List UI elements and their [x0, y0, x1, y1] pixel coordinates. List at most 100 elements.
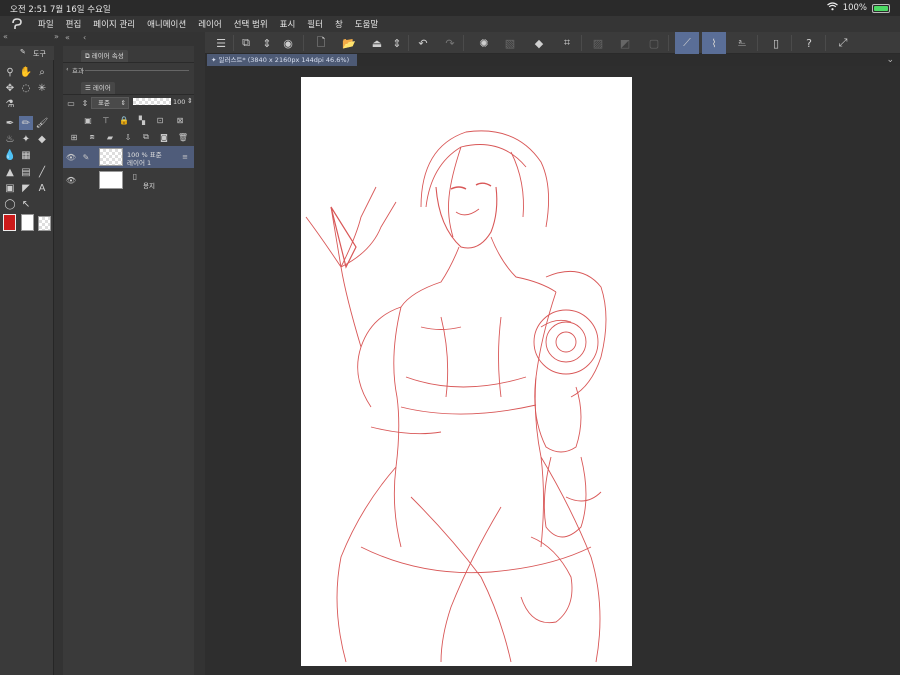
- clear-selection-icon[interactable]: ▨: [590, 35, 606, 51]
- visibility-eye-icon[interactable]: 👁: [65, 151, 77, 163]
- reference-icon[interactable]: ⊤: [100, 114, 112, 126]
- document-tab[interactable]: ✦ 일러스트* (3840 x 2160px 144dpi 46.6%): [207, 54, 357, 66]
- balloon-icon[interactable]: ◯: [3, 197, 17, 211]
- edit-doc-icon[interactable]: ⧉: [238, 35, 254, 51]
- ruler-icon[interactable]: ◤: [19, 181, 33, 195]
- lock-transparency-icon[interactable]: ▚: [136, 114, 148, 126]
- chevron-down-icon[interactable]: ⌄: [886, 54, 894, 66]
- operation-icon[interactable]: ↖: [19, 197, 33, 211]
- hand-icon[interactable]: ✋: [19, 65, 33, 79]
- text-icon[interactable]: A: [35, 181, 49, 195]
- effect-row[interactable]: ‹ 효과: [63, 62, 194, 76]
- invert-selection-icon[interactable]: ◩: [617, 35, 633, 51]
- lock-icon[interactable]: 🔒: [118, 114, 130, 126]
- lasso-icon[interactable]: ◌: [19, 81, 33, 95]
- zoom-icon[interactable]: ⚲: [3, 65, 17, 79]
- layer-property-tab[interactable]: ⧉ 레이어 속성: [81, 50, 128, 62]
- undo-icon[interactable]: ↶: [415, 35, 431, 51]
- transfer-down-icon[interactable]: ⇩: [122, 131, 134, 143]
- layer-toolbar-row-1: ▣ ⊤ 🔒 ▚ ⊡ ⊠: [63, 112, 194, 128]
- mask-link-icon[interactable]: ⊠: [174, 114, 186, 126]
- menu-file[interactable]: 파일: [38, 18, 54, 30]
- new-raster-layer-icon[interactable]: ⊞: [68, 131, 80, 143]
- open-folder-icon[interactable]: 📂: [341, 35, 357, 51]
- collapse-icon[interactable]: «: [65, 33, 70, 42]
- fill-bucket-icon[interactable]: ◆: [531, 35, 547, 51]
- brush-stroke-icon[interactable]: ⌇: [702, 32, 726, 54]
- menu-filter[interactable]: 필터: [307, 18, 323, 30]
- save-options-icon[interactable]: ⇕: [389, 35, 405, 51]
- brush-tool-icon[interactable]: 🖌: [35, 116, 49, 130]
- blend-icon[interactable]: 💧: [3, 148, 17, 162]
- sketch-artwork: [305, 130, 607, 663]
- mask-icon[interactable]: ⊡: [154, 114, 166, 126]
- tool-panel: « ✎ 도구 ⚲ ✋ ⌕ ✥ ◌ ✳ ⚗ ✒ ✏ 🖌 ♨ ✦ ◆ 💧 ▦ ▲ ▤…: [0, 32, 54, 675]
- trash-icon[interactable]: 🗑: [177, 131, 189, 143]
- menu-hamburger-icon[interactable]: ☰: [213, 35, 229, 51]
- menu-page[interactable]: 페이지 관리: [93, 18, 135, 30]
- opacity-value[interactable]: 100: [173, 98, 185, 106]
- blend-mode-select[interactable]: 표준 ⇕: [91, 97, 129, 109]
- menu-view[interactable]: 표시: [280, 18, 296, 30]
- menu-selection[interactable]: 선택 범위: [234, 18, 268, 30]
- crop-icon[interactable]: ⌗: [559, 35, 575, 51]
- back-chevron-icon[interactable]: ‹: [83, 33, 86, 42]
- pen-pressure-icon[interactable]: ⎁: [734, 35, 750, 51]
- frame-selection-icon[interactable]: ▢: [646, 35, 662, 51]
- drag-handle-icon[interactable]: ≡: [179, 151, 191, 163]
- fullscreen-icon[interactable]: ⤢: [835, 35, 851, 51]
- pen-tool-icon[interactable]: ✒: [3, 116, 17, 130]
- menu-help[interactable]: 도움말: [355, 18, 378, 30]
- eyedropper-icon[interactable]: ⚗: [3, 97, 17, 111]
- spinner-icon[interactable]: ⇕: [79, 97, 91, 109]
- opacity-slider[interactable]: [133, 98, 171, 105]
- layer-color-icon[interactable]: ▭: [65, 97, 77, 109]
- device-icon[interactable]: ▯: [768, 35, 784, 51]
- menu-window[interactable]: 창: [335, 18, 343, 30]
- transparent-color-swatch[interactable]: [38, 216, 51, 231]
- pencil-tool-icon[interactable]: ✏: [19, 116, 33, 130]
- menu-edit[interactable]: 편집: [66, 18, 82, 30]
- mask-add-icon[interactable]: ◙: [158, 131, 170, 143]
- copy-icon[interactable]: ▧: [502, 35, 518, 51]
- figure-icon[interactable]: ▦: [19, 148, 33, 162]
- magic-wand-icon[interactable]: ✳: [35, 81, 49, 95]
- line-icon[interactable]: ╱: [35, 165, 49, 179]
- panel-collapse-icon[interactable]: «: [0, 32, 54, 46]
- opacity-spinner-icon[interactable]: ⇕: [187, 97, 193, 105]
- tab-close-icon[interactable]: ✦: [211, 56, 219, 64]
- gradient-icon[interactable]: ▤: [19, 165, 33, 179]
- new-vector-layer-icon[interactable]: ⧈: [86, 131, 98, 143]
- move-icon[interactable]: ✥: [3, 81, 17, 95]
- fill-icon[interactable]: ▲: [3, 165, 17, 179]
- menu-animation[interactable]: 애니메이션: [147, 18, 186, 30]
- merge-icon[interactable]: ⧉: [140, 131, 152, 143]
- new-file-icon[interactable]: 🗋: [313, 35, 329, 51]
- clip-icon[interactable]: ▣: [82, 114, 94, 126]
- airbrush-icon[interactable]: ♨: [3, 132, 17, 146]
- redo-icon[interactable]: ↷: [442, 35, 458, 51]
- eraser-icon[interactable]: ◆: [35, 132, 49, 146]
- main-color-swatch[interactable]: [3, 214, 16, 231]
- loading-icon[interactable]: ✺: [476, 35, 492, 51]
- expand-panel-icon[interactable]: »: [54, 32, 59, 41]
- help-icon[interactable]: ?: [801, 35, 817, 51]
- decoration-icon[interactable]: ✦: [19, 132, 33, 146]
- app-logo-icon[interactable]: [10, 17, 24, 31]
- save-icon[interactable]: ⏏: [369, 35, 385, 51]
- frame-icon[interactable]: ▣: [3, 181, 17, 195]
- new-folder-icon[interactable]: ▰: [104, 131, 116, 143]
- visibility-eye-icon[interactable]: 👁: [65, 174, 77, 186]
- layer-tab[interactable]: ☰ 레이어: [81, 82, 115, 94]
- magnifier-rotate-icon[interactable]: ⌕: [35, 65, 49, 79]
- preview-icon[interactable]: ◉: [280, 35, 296, 51]
- layer-row[interactable]: 👁 ✎ 100 % 표준 레이어 1 ≡: [63, 146, 194, 168]
- canvas-paper[interactable]: [301, 77, 632, 666]
- sub-color-swatch[interactable]: [21, 214, 34, 231]
- updown-icon[interactable]: ⇕: [259, 35, 275, 51]
- stabilizer-icon[interactable]: ⟋: [675, 32, 699, 54]
- menu-layer[interactable]: 레이어: [198, 18, 221, 30]
- layer-row[interactable]: 👁 ▯ 용지: [63, 169, 194, 191]
- tool-tab[interactable]: ✎ 도구: [0, 46, 54, 60]
- effect-label: 효과: [72, 67, 84, 75]
